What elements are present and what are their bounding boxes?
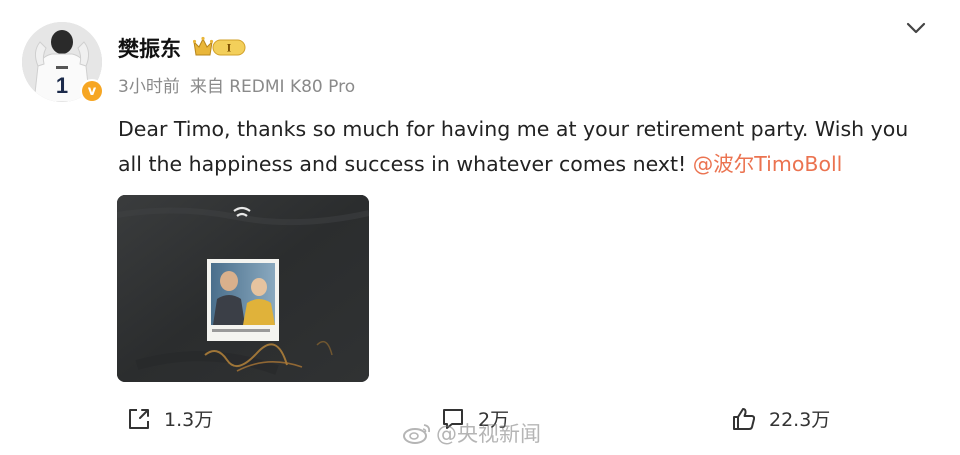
verified-badge: v [80, 79, 104, 103]
post-time: 3小时前 [118, 77, 180, 97]
post-source: 来自 REDMI K80 Pro [189, 77, 356, 97]
post-text: Dear Timo, thanks so much for having me … [118, 112, 938, 182]
vip-crown-badge-icon[interactable]: I [193, 35, 247, 59]
tshirt-photo [117, 195, 369, 382]
mention-link[interactable]: @波尔TimoBoll [693, 152, 843, 176]
share-icon [129, 408, 149, 429]
author-name[interactable]: 樊振东 [118, 33, 181, 63]
avatar-jersey-number: 1 [56, 73, 68, 98]
post-meta: 3小时前 来自 REDMI K80 Pro [118, 72, 355, 97]
comment-button[interactable]: 2万 [440, 405, 509, 432]
repost-count: 1.3万 [164, 409, 214, 431]
chevron-down-icon[interactable] [905, 20, 927, 36]
comment-count: 2万 [478, 409, 510, 431]
post-image[interactable] [117, 195, 369, 382]
vip-level-text: I [227, 41, 232, 55]
like-count: 22.3万 [769, 409, 831, 431]
action-bar: 1.3万 2万 22.3万 [0, 405, 960, 445]
comment-icon [443, 408, 463, 429]
thumbs-up-icon [733, 407, 756, 430]
verified-icon: v [82, 81, 102, 101]
repost-button[interactable]: 1.3万 [126, 405, 213, 432]
author-avatar[interactable]: 1 v [22, 22, 104, 103]
like-button[interactable]: 22.3万 [731, 405, 830, 432]
